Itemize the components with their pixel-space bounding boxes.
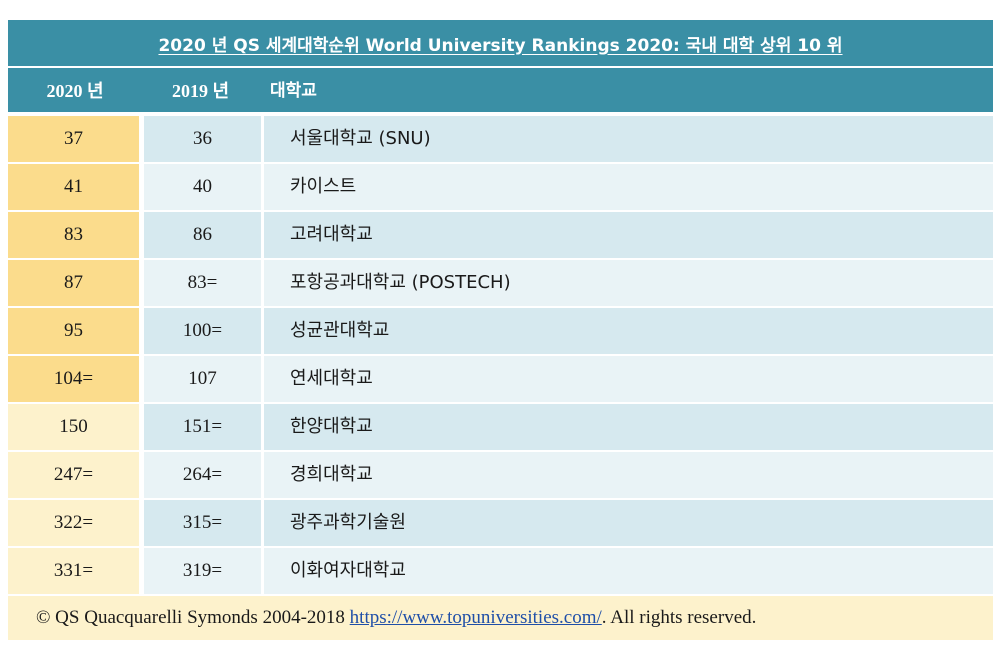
university-name-cell: 카이스트 (264, 164, 993, 210)
rank-2020-cell: 37 (8, 116, 139, 162)
table-row: 95 100= 성균관대학교 (8, 308, 993, 356)
rank-2020-cell: 87 (8, 260, 139, 306)
copyright-suffix: . All rights reserved. (601, 607, 757, 628)
university-name-cell: 연세대학교 (264, 356, 993, 402)
header-2019: 2019 년 (171, 81, 230, 101)
university-name-cell: 광주과학기술원 (264, 500, 993, 546)
table-row: 41 40 카이스트 (8, 164, 993, 212)
university-name-cell: 고려대학교 (264, 212, 993, 258)
rank-2019-cell: 83= (144, 260, 261, 306)
university-name-cell: 이화여자대학교 (264, 548, 993, 594)
copyright-footer: © QS Quacquarelli Symonds 2004-2018 http… (8, 596, 993, 640)
rank-2019-cell: 319= (144, 548, 261, 594)
table-title-bar: 2020 년 QS 세계대학순위 World University Rankin… (8, 20, 993, 68)
rank-2020-cell: 331= (8, 548, 139, 594)
rank-2019-cell: 86 (144, 212, 261, 258)
university-name-cell: 경희대학교 (264, 452, 993, 498)
university-name-cell: 서울대학교 (SNU) (264, 116, 993, 162)
table-row: 104= 107 연세대학교 (8, 356, 993, 404)
university-name-cell: 한양대학교 (264, 404, 993, 450)
table-row: 331= 319= 이화여자대학교 (8, 548, 993, 596)
table-row: 83 86 고려대학교 (8, 212, 993, 260)
rank-2020-cell: 247= (8, 452, 139, 498)
rank-2020-cell: 322= (8, 500, 139, 546)
rank-2019-cell: 100= (144, 308, 261, 354)
rank-2020-cell: 150 (8, 404, 139, 450)
rankings-table: 2020 년 QS 세계대학순위 World University Rankin… (8, 20, 993, 640)
rank-2019-cell: 315= (144, 500, 261, 546)
rank-2019-cell: 264= (144, 452, 261, 498)
table-row: 150 151= 한양대학교 (8, 404, 993, 452)
table-row: 87 83= 포항공과대학교 (POSTECH) (8, 260, 993, 308)
rank-2020-cell: 83 (8, 212, 139, 258)
header-2020: 2020 년 (46, 81, 104, 101)
header-row: 2020 년 2019 년 대학교 (8, 68, 993, 114)
table-row: 322= 315= 광주과학기술원 (8, 500, 993, 548)
rank-2019-cell: 151= (144, 404, 261, 450)
table-body: 37 36 서울대학교 (SNU) 41 40 카이스트 83 86 고려대학교 87 83= 포항공… (8, 116, 993, 596)
table-row: 37 36 서울대학교 (SNU) (8, 116, 993, 164)
header-university: 대학교 (270, 81, 317, 101)
table-row: 247= 264= 경희대학교 (8, 452, 993, 500)
rank-2020-cell: 104= (8, 356, 139, 402)
table-title: 2020 년 QS 세계대학순위 World University Rankin… (158, 35, 843, 56)
university-name-cell: 포항공과대학교 (POSTECH) (264, 260, 993, 306)
rank-2020-cell: 41 (8, 164, 139, 210)
topuniversities-link[interactable]: https://www.topuniversities.com/ (350, 607, 602, 628)
rank-2019-cell: 107 (144, 356, 261, 402)
university-name-cell: 성균관대학교 (264, 308, 993, 354)
copyright-prefix: © QS Quacquarelli Symonds 2004-2018 (36, 607, 350, 628)
rank-2019-cell: 40 (144, 164, 261, 210)
rank-2020-cell: 95 (8, 308, 139, 354)
rank-2019-cell: 36 (144, 116, 261, 162)
